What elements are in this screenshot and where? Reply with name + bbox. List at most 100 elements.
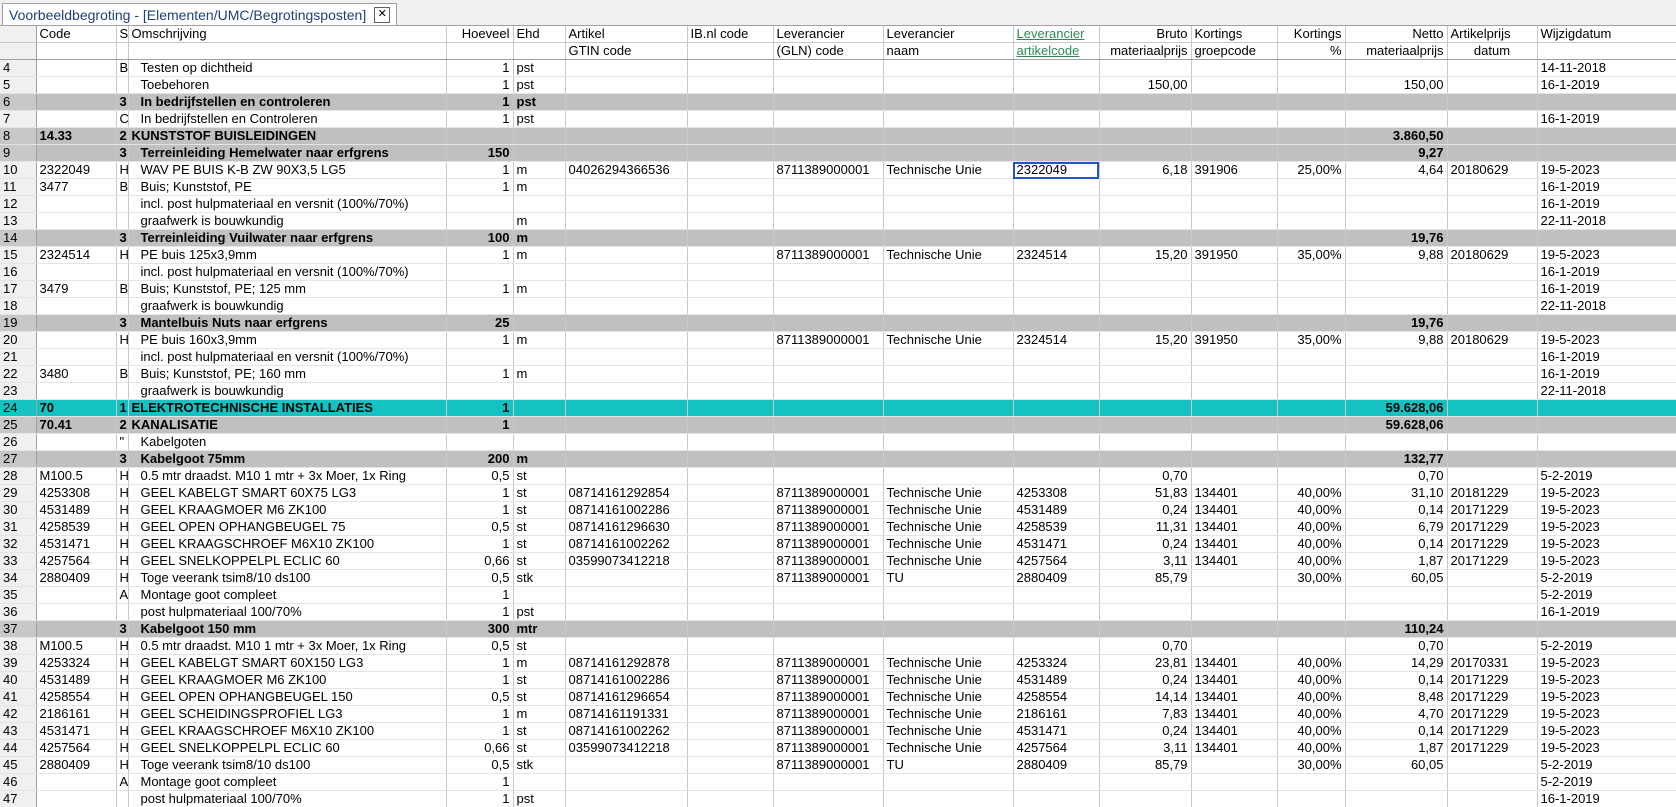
cell-code[interactable]: 3480	[36, 365, 117, 383]
cell-s[interactable]: H	[116, 637, 129, 655]
cell-artikelprijs-datum[interactable]	[1447, 297, 1538, 315]
cell-leverancier-gln[interactable]	[773, 586, 884, 604]
cell-leverancier-naam[interactable]: Technische Unie	[883, 518, 1014, 536]
cell-ibnl-code[interactable]	[687, 501, 774, 519]
cell-code[interactable]: 4253308	[36, 484, 117, 502]
table-row[interactable]: 16 incl. post hulpmateriaal en versnit (1…	[0, 263, 1676, 281]
table-row[interactable]: 26 " Kabelgoten	[0, 433, 1676, 451]
cell-bruto-materiaalprijs[interactable]	[1099, 178, 1192, 196]
cell-wijzigdatum[interactable]: 22-11-2018	[1537, 297, 1676, 315]
cell-hoeveel[interactable]: 1	[446, 178, 514, 196]
cell-artikelprijs-datum[interactable]	[1447, 569, 1538, 587]
cell-netto-materiaalprijs[interactable]: 19,76	[1345, 314, 1448, 332]
cell-netto-materiaalprijs[interactable]: 8,48	[1345, 688, 1448, 706]
cell-omschrijving[interactable]: 0.5 mtr draadst. M10 1 mtr + 3x Moer, 1x…	[128, 467, 447, 485]
cell-kortings-percent[interactable]	[1277, 416, 1346, 434]
column-header-code[interactable]: Code	[36, 26, 117, 43]
column-header-artikelprijs-datum[interactable]: Artikelprijs	[1447, 26, 1538, 43]
cell-s[interactable]	[116, 382, 129, 400]
cell-artikel-gtin[interactable]	[565, 603, 688, 621]
cell-leverancier-naam[interactable]	[883, 127, 1014, 145]
cell-ibnl-code[interactable]	[687, 246, 774, 264]
cell-s[interactable]	[116, 297, 129, 315]
cell-hoeveel[interactable]: 1	[446, 722, 514, 740]
cell-kortings-groepcode[interactable]	[1191, 280, 1278, 298]
cell-hoeveel[interactable]: 0,5	[446, 688, 514, 706]
cell-s[interactable]: 1	[116, 399, 129, 417]
cell-kortings-groepcode[interactable]	[1191, 144, 1278, 162]
cell-omschrijving[interactable]: GEEL KRAAGSCHROEF M6X10 ZK100	[128, 535, 447, 553]
column-header-s[interactable]	[116, 42, 129, 60]
cell-omschrijving[interactable]: KUNSTSTOF BUISLEIDINGEN	[128, 127, 447, 145]
cell-leverancier-naam[interactable]: Technische Unie	[883, 739, 1014, 757]
cell-artikelprijs-datum[interactable]: 20171229	[1447, 671, 1538, 689]
cell-leverancier-gln[interactable]: 8711389000001	[773, 518, 884, 536]
cell-leverancier-naam[interactable]	[883, 93, 1014, 111]
cell-leverancier-gln[interactable]	[773, 399, 884, 417]
cell-kortings-percent[interactable]	[1277, 263, 1346, 281]
cell-kortings-groepcode[interactable]	[1191, 399, 1278, 417]
table-row[interactable]: 25 70.41 2 KANALISATIE 1 59.628,06	[0, 416, 1676, 434]
cell-code[interactable]: 4257564	[36, 552, 117, 570]
cell-wijzigdatum[interactable]: 16-1-2019	[1537, 110, 1676, 128]
cell-code[interactable]: M100.5	[36, 467, 117, 485]
column-header-artikelprijs-datum[interactable]: datum	[1447, 42, 1538, 60]
cell-code[interactable]	[36, 586, 117, 604]
cell-wijzigdatum[interactable]: 5-2-2019	[1537, 637, 1676, 655]
cell-ehd[interactable]: stk	[513, 569, 566, 587]
cell-omschrijving[interactable]: post hulpmateriaal 100/70%	[128, 603, 447, 621]
cell-ehd[interactable]	[513, 586, 566, 604]
table-row[interactable]: 45 2880409 H Toge veerank tsim8/10 ds100 0,5…	[0, 756, 1676, 774]
cell-leverancier-gln[interactable]: 8711389000001	[773, 722, 884, 740]
cell-netto-materiaalprijs[interactable]: 0,70	[1345, 637, 1448, 655]
cell-wijzigdatum[interactable]: 16-1-2019	[1537, 280, 1676, 298]
cell-leverancier-gln[interactable]: 8711389000001	[773, 739, 884, 757]
cell-leverancier-artikelcode[interactable]: 2880409	[1013, 756, 1100, 774]
cell-ibnl-code[interactable]	[687, 178, 774, 196]
cell-leverancier-naam[interactable]: Technische Unie	[883, 671, 1014, 689]
cell-omschrijving[interactable]: KANALISATIE	[128, 416, 447, 434]
cell-wijzigdatum[interactable]	[1537, 127, 1676, 145]
cell-s[interactable]: H	[116, 161, 129, 179]
cell-artikel-gtin[interactable]	[565, 280, 688, 298]
cell-kortings-groepcode[interactable]: 391950	[1191, 246, 1278, 264]
cell-artikel-gtin[interactable]	[565, 773, 688, 791]
cell-kortings-percent[interactable]	[1277, 773, 1346, 791]
cell-leverancier-artikelcode[interactable]: 4531471	[1013, 722, 1100, 740]
table-row[interactable]: 13 graafwerk is bouwkundig m 22-11-2018	[0, 212, 1676, 230]
cell-kortings-percent[interactable]: 40,00%	[1277, 535, 1346, 553]
cell-hoeveel[interactable]: 150	[446, 144, 514, 162]
cell-kortings-groepcode[interactable]: 134401	[1191, 501, 1278, 519]
cell-s[interactable]	[116, 603, 129, 621]
cell-ehd[interactable]: m	[513, 161, 566, 179]
cell-hoeveel[interactable]	[446, 433, 514, 451]
cell-netto-materiaalprijs[interactable]	[1345, 382, 1448, 400]
cell-kortings-percent[interactable]	[1277, 348, 1346, 366]
cell-wijzigdatum[interactable]: 5-2-2019	[1537, 773, 1676, 791]
cell-ibnl-code[interactable]	[687, 144, 774, 162]
cell-netto-materiaalprijs[interactable]	[1345, 790, 1448, 807]
cell-wijzigdatum[interactable]	[1537, 450, 1676, 468]
cell-leverancier-gln[interactable]: 8711389000001	[773, 331, 884, 349]
cell-netto-materiaalprijs[interactable]	[1345, 59, 1448, 77]
cell-kortings-percent[interactable]	[1277, 229, 1346, 247]
cell-ibnl-code[interactable]	[687, 382, 774, 400]
cell-kortings-groepcode[interactable]	[1191, 620, 1278, 638]
cell-hoeveel[interactable]	[446, 263, 514, 281]
cell-kortings-groepcode[interactable]	[1191, 76, 1278, 94]
cell-bruto-materiaalprijs[interactable]: 85,79	[1099, 756, 1192, 774]
cell-kortings-percent[interactable]	[1277, 603, 1346, 621]
cell-hoeveel[interactable]: 1	[446, 705, 514, 723]
table-row[interactable]: 41 4258554 H GEEL OPEN OPHANGBEUGEL 150 0,5 s…	[0, 688, 1676, 706]
column-header-wijzigdatum[interactable]	[1537, 42, 1676, 60]
cell-hoeveel[interactable]: 1	[446, 399, 514, 417]
column-header-leverancier-gln[interactable]: Leverancier	[773, 26, 884, 43]
cell-kortings-groepcode[interactable]	[1191, 382, 1278, 400]
cell-leverancier-naam[interactable]	[883, 280, 1014, 298]
cell-leverancier-naam[interactable]	[883, 76, 1014, 94]
cell-leverancier-naam[interactable]	[883, 399, 1014, 417]
cell-kortings-groepcode[interactable]: 134401	[1191, 518, 1278, 536]
cell-artikel-gtin[interactable]	[565, 229, 688, 247]
cell-omschrijving[interactable]: GEEL SCHEIDINGSPROFIEL LG3	[128, 705, 447, 723]
cell-leverancier-artikelcode[interactable]	[1013, 433, 1100, 451]
